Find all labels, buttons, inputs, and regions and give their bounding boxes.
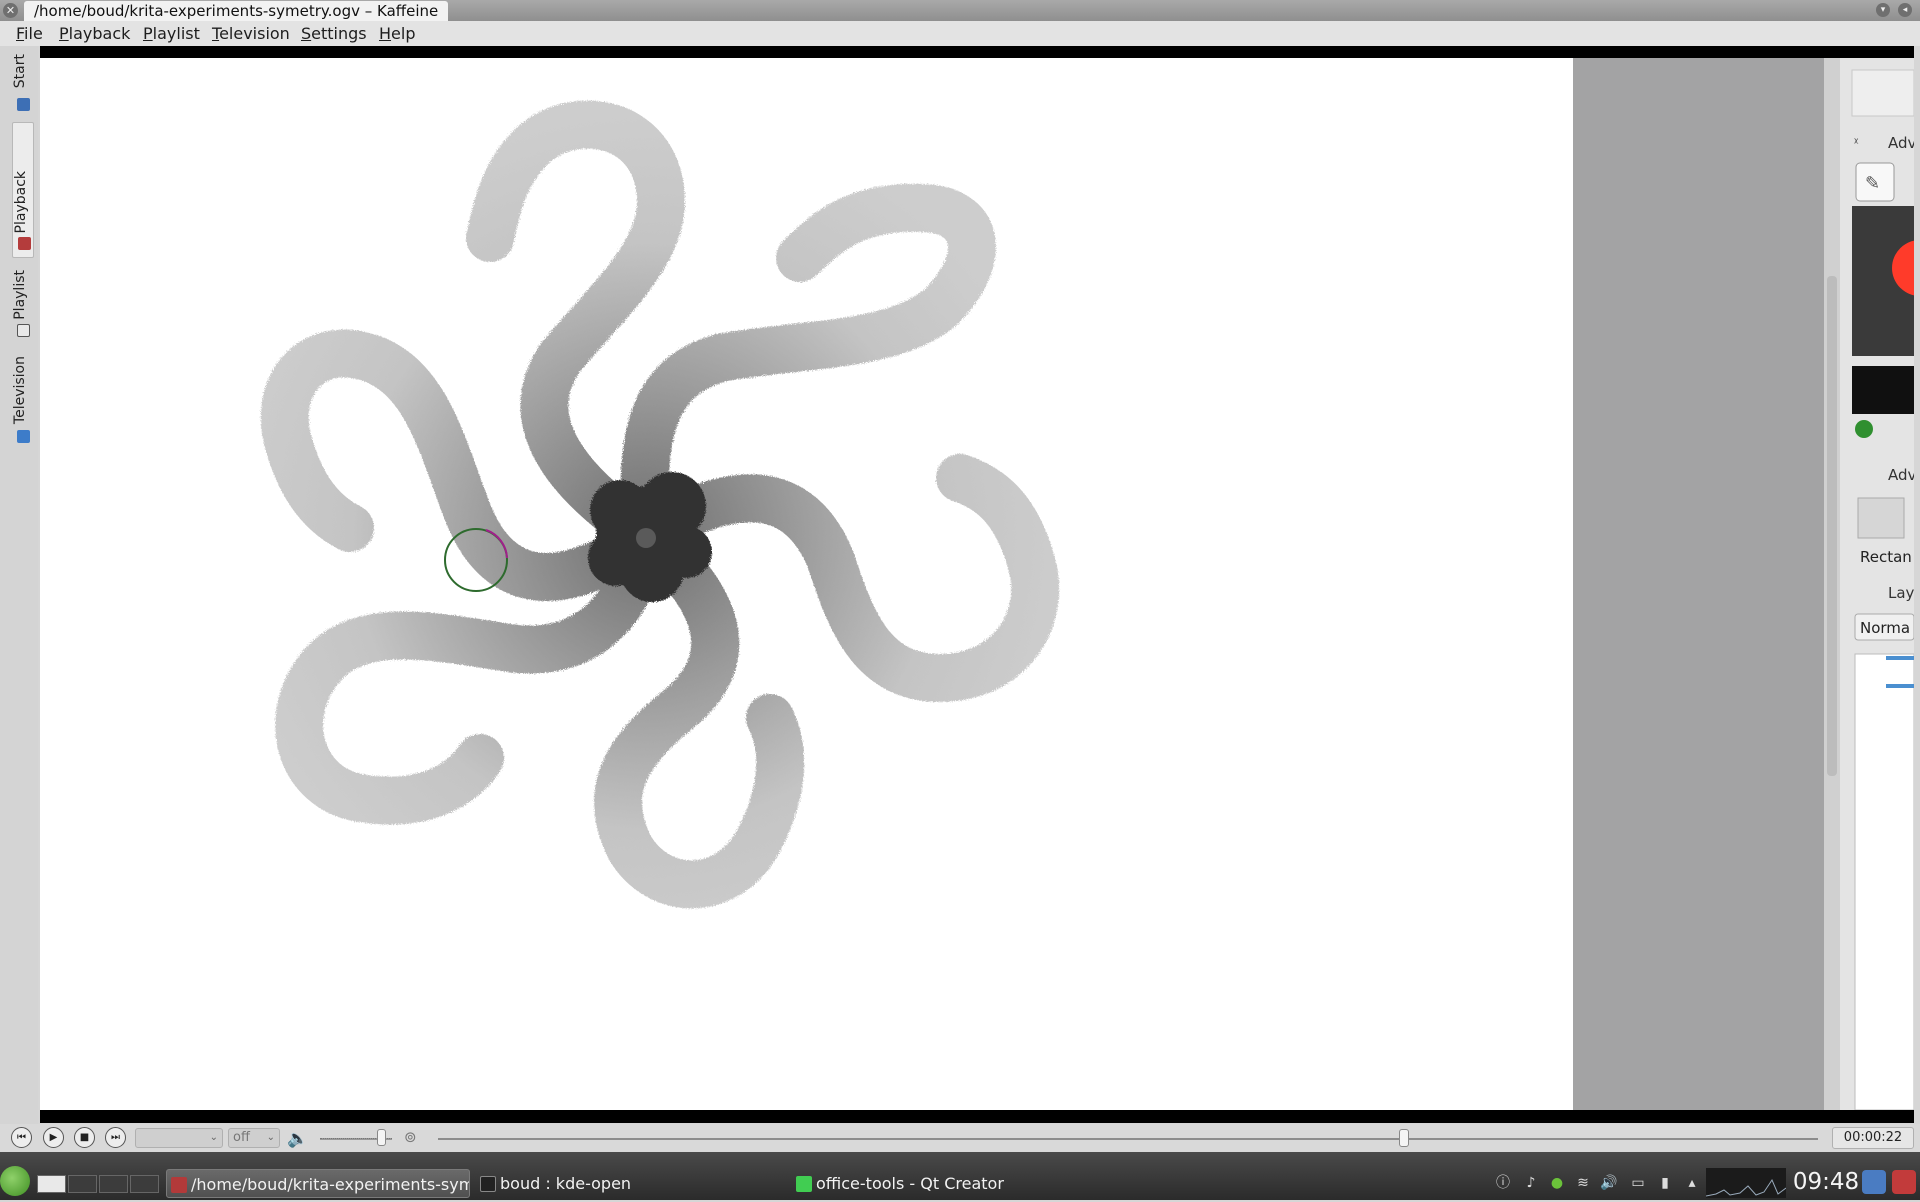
- system-monitor-graph[interactable]: [1705, 1168, 1787, 1198]
- window-title: /home/boud/krita-experiments-symetry.ogv…: [24, 1, 449, 21]
- layer-highlight-2: [1886, 684, 1914, 688]
- chevron-down-icon: ⌄: [266, 1132, 275, 1143]
- notification-icon[interactable]: ⓘ: [1494, 1174, 1512, 1192]
- menu-playback[interactable]: Playback: [59, 24, 130, 43]
- collapse-icon: ᵡ: [1854, 135, 1859, 149]
- snapshot-icon[interactable]: ⊚: [404, 1128, 426, 1148]
- seek-slider[interactable]: [438, 1138, 1818, 1140]
- playback-icon: [18, 237, 31, 250]
- system-monitor-plot: [1705, 1178, 1787, 1197]
- wrench-icon: ✎: [1865, 173, 1880, 194]
- start-icon: [17, 98, 30, 111]
- task-qt-creator-label: office-tools - Qt Creator: [816, 1174, 1004, 1193]
- control-bar: ⏮ ▶ ■ ⏭ ⌄ off ⌄ 🔈 ⊚ 00:00:22: [0, 1124, 1920, 1152]
- center-lobe-5: [588, 530, 644, 586]
- center-highlight: [636, 528, 656, 548]
- color-bar: [1852, 366, 1914, 414]
- menu-bar: File Playback Playlist Television Settin…: [0, 21, 1920, 46]
- tab-television[interactable]: Television: [12, 352, 34, 448]
- stop-button[interactable]: ■: [74, 1127, 95, 1148]
- time-display[interactable]: 00:00:22: [1832, 1127, 1914, 1149]
- menu-television[interactable]: Television: [212, 24, 290, 43]
- playlist-icon: [17, 324, 30, 337]
- kaffeine-tray-icon[interactable]: ♪: [1522, 1174, 1540, 1192]
- video-area[interactable]: Adv ᵡ ✎ Adv Rectan Lay Norma: [40, 46, 1914, 1123]
- display-icon[interactable]: ▭: [1629, 1174, 1647, 1192]
- tab-television-label: Television: [12, 356, 28, 425]
- tab-playback-label: Playback: [13, 171, 29, 234]
- side-tab-strip: Start Playback Playlist Television: [0, 46, 38, 1126]
- television-icon: [17, 430, 30, 443]
- device-notifier-icon[interactable]: ▮: [1656, 1174, 1674, 1192]
- preset-thumb: [1857, 497, 1905, 539]
- task-kaffeine-label: /home/boud/krita-experiments-syme: [191, 1175, 470, 1194]
- dock-panel-title-3: Lay: [1888, 584, 1914, 602]
- kaffeine-icon: [171, 1177, 187, 1193]
- tab-start-label: Start: [12, 54, 28, 89]
- taskbar: /home/boud/krita-experiments-syme boud :…: [0, 1152, 1920, 1200]
- terminal-icon: [480, 1176, 496, 1192]
- subtitle-value: off: [233, 1130, 250, 1145]
- layers-list: [1854, 653, 1914, 1110]
- chevron-down-icon: ⌄: [209, 1132, 218, 1143]
- lock-screen-icon[interactable]: [1862, 1170, 1886, 1194]
- window-close-icon[interactable]: ✕: [3, 3, 18, 18]
- next-track-button[interactable]: ⏭: [105, 1127, 126, 1148]
- subtitle-combo[interactable]: off ⌄: [228, 1128, 280, 1148]
- volume-slider-handle[interactable]: [377, 1129, 387, 1146]
- tab-start[interactable]: Start: [12, 52, 34, 114]
- volume-icon[interactable]: 🔈: [287, 1129, 308, 1149]
- desktop-2[interactable]: [68, 1175, 97, 1193]
- logout-icon[interactable]: [1892, 1170, 1916, 1194]
- qt-creator-icon: [796, 1176, 812, 1192]
- task-terminal[interactable]: boud : kde-open: [476, 1169, 780, 1198]
- dock-panel-title-2: Adv: [1888, 466, 1914, 484]
- dock-top-box: [1851, 69, 1914, 117]
- update-icon[interactable]: ●: [1548, 1174, 1566, 1192]
- tab-playlist[interactable]: Playlist: [12, 264, 34, 342]
- desktop-3[interactable]: [99, 1175, 128, 1193]
- layer-highlight-1: [1886, 656, 1914, 660]
- desktop-1[interactable]: [37, 1175, 66, 1193]
- center-lobe-6: [660, 526, 712, 578]
- tab-playlist-label: Playlist: [12, 270, 28, 320]
- seek-slider-handle[interactable]: [1399, 1129, 1409, 1147]
- maximize-icon[interactable]: ◂: [1898, 3, 1912, 17]
- clock[interactable]: 09:48: [1786, 1166, 1866, 1198]
- menu-file[interactable]: File: [16, 24, 43, 43]
- volume-tray-icon[interactable]: 🔊: [1600, 1174, 1618, 1192]
- video-frame: Adv ᵡ ✎ Adv Rectan Lay Norma: [40, 58, 1914, 1110]
- audio-channel-combo[interactable]: ⌄: [135, 1128, 223, 1148]
- minimize-icon[interactable]: ▾: [1876, 3, 1890, 17]
- canvas-grey-margin: [1573, 58, 1824, 1110]
- task-terminal-label: boud : kde-open: [500, 1174, 632, 1193]
- play-button[interactable]: ▶: [43, 1127, 64, 1148]
- application-launcher-icon[interactable]: [0, 1166, 30, 1196]
- system-monitor-line: [1705, 1178, 1787, 1197]
- previous-track-button[interactable]: ⏮: [11, 1127, 32, 1148]
- canvas-white: [40, 58, 1573, 1110]
- preset-label: Rectan: [1860, 548, 1912, 566]
- tab-playback[interactable]: Playback: [12, 122, 34, 258]
- dock-scroll-handle: [1827, 276, 1837, 776]
- dock-panel-title-1: Adv: [1888, 134, 1914, 152]
- menu-help[interactable]: Help: [379, 24, 415, 43]
- refresh-icon: [1855, 420, 1873, 438]
- menu-settings[interactable]: Settings: [301, 24, 367, 43]
- task-qt-creator[interactable]: office-tools - Qt Creator: [792, 1169, 1096, 1198]
- network-icon[interactable]: ≋: [1574, 1174, 1592, 1192]
- desktop-4[interactable]: [130, 1175, 159, 1193]
- blend-mode-label: Norma: [1860, 619, 1910, 637]
- title-bar: ✕ /home/boud/krita-experiments-symetry.o…: [0, 0, 1920, 21]
- tray-expand-icon[interactable]: ▴: [1683, 1174, 1701, 1192]
- task-kaffeine[interactable]: /home/boud/krita-experiments-syme: [166, 1169, 470, 1198]
- menu-playlist[interactable]: Playlist: [143, 24, 200, 43]
